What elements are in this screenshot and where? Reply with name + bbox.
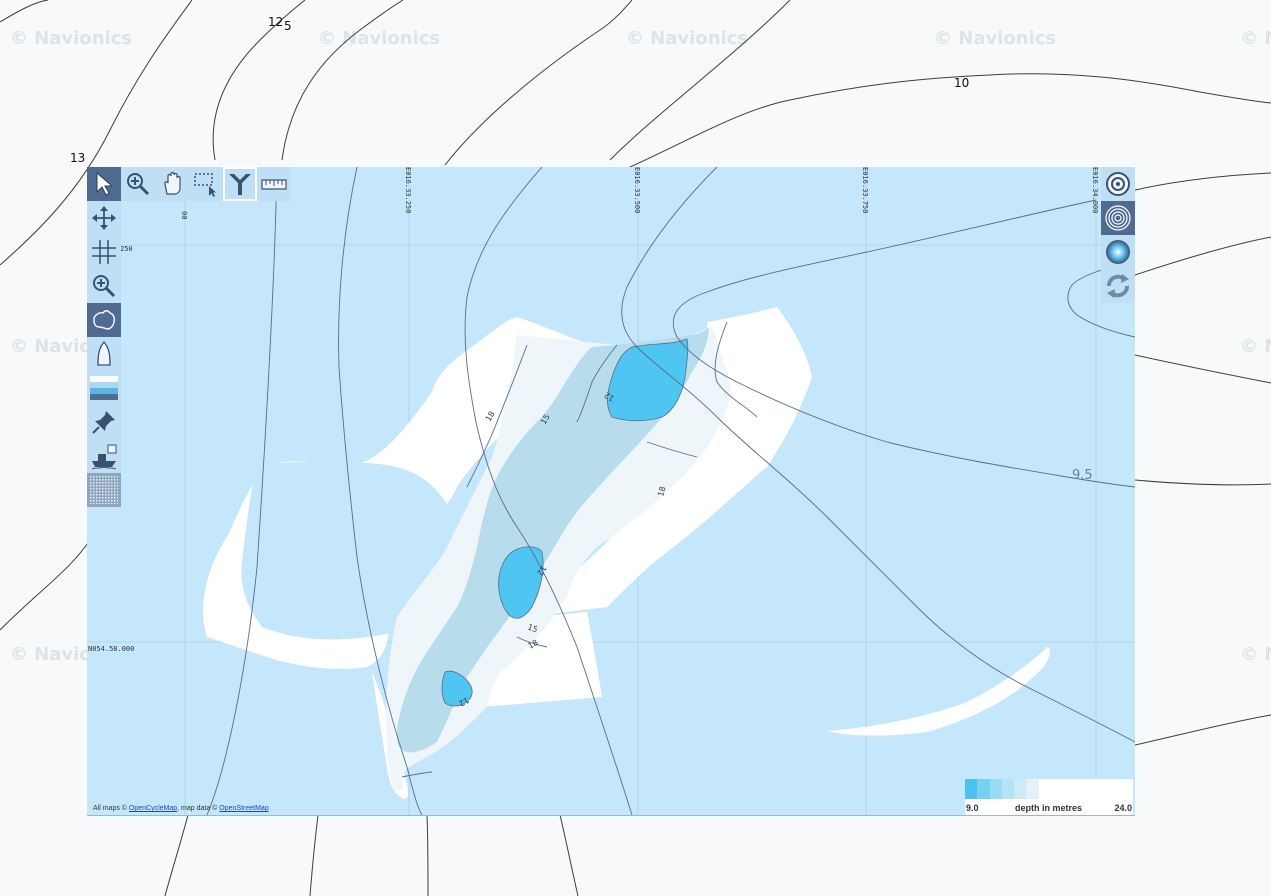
ruler-icon (261, 179, 287, 190)
texture-layer-tool[interactable] (87, 473, 121, 507)
map-attribution: All maps © OpenCycleMap, map data © Open… (93, 805, 269, 812)
legend-swatch (1038, 779, 1051, 799)
magnifier-plus-icon (93, 275, 116, 298)
legend-swatch (977, 779, 990, 799)
depth-label: 13 (70, 151, 85, 165)
watermark: © Navionics (318, 28, 440, 49)
grid-hash-icon (92, 240, 116, 264)
watermark: © Navionics (1240, 28, 1271, 49)
funnel-merge-icon (229, 174, 251, 195)
sonar-glow-tool[interactable] (1101, 235, 1135, 269)
dashed-box-cursor-icon (194, 173, 216, 197)
select-arrow-tool[interactable] (87, 167, 121, 201)
cursor-arrow-icon (96, 171, 114, 196)
legend-swatch (1001, 779, 1015, 799)
map-panel[interactable]: 00 E016.33.250 E016.33.500 E016.33.750 E… (87, 167, 1135, 816)
australia-map-icon (93, 310, 115, 330)
watermark: © Navionics (10, 28, 132, 49)
watermark: © Navionics (626, 28, 748, 49)
shallow-strip-southeast (827, 647, 1050, 736)
merge-tool[interactable] (223, 167, 257, 201)
glow-circle-icon (1106, 240, 1130, 264)
depth-bands-icon (90, 376, 118, 400)
longitude-label: 00 (180, 211, 188, 219)
legend-swatch (1014, 779, 1027, 799)
target-rings-icon (1106, 172, 1130, 196)
outline-layer-tool[interactable] (87, 303, 121, 337)
depth-legend: 9.0 depth in metres 24.0 (965, 779, 1133, 815)
four-arrows-icon (92, 206, 116, 230)
longitude-label: E016.34.000 (1091, 167, 1099, 213)
vessel-survey-tool[interactable] (87, 439, 121, 473)
target-rings-tool[interactable] (1101, 167, 1135, 201)
attribution-prefix: All maps © (93, 805, 127, 812)
zoom-tool[interactable] (87, 269, 121, 303)
openstreetmap-link[interactable]: OpenStreetMap (219, 805, 268, 812)
dither-texture-icon (90, 476, 118, 504)
legend-min-label: 9.0 (966, 803, 979, 813)
depth-label: 5 (284, 19, 292, 33)
legend-swatches (965, 779, 1051, 799)
magnifier-plus-icon (127, 173, 150, 196)
longitude-label: E016.33.500 (633, 167, 641, 213)
pan-arrows-tool[interactable] (87, 201, 121, 235)
latitude-label: 250 (120, 245, 133, 253)
hand-icon (164, 171, 181, 195)
legend-swatch (1026, 779, 1039, 799)
pan-hand-tool[interactable] (155, 167, 189, 201)
legend-caption: depth in metres (1015, 803, 1083, 813)
bathymetry-overlay[interactable]: 00 E016.33.250 E016.33.500 E016.33.750 E… (87, 167, 1135, 815)
boat-hull-icon (97, 340, 111, 366)
refresh-arrows-icon (1107, 274, 1129, 298)
depth-label: 10 (954, 76, 969, 90)
depth-label: 9.5 (1072, 468, 1093, 483)
legend-max-label: 24.0 (1114, 803, 1132, 813)
pin-tool[interactable] (87, 405, 121, 439)
attribution-middle: , map data © (177, 805, 218, 812)
measure-ruler-tool[interactable] (257, 167, 291, 201)
boat-tool[interactable] (87, 337, 121, 371)
watermark: © Navionics (934, 28, 1056, 49)
refresh-tool[interactable] (1101, 269, 1135, 303)
watermark: © Navionics (1240, 644, 1271, 665)
depth-label: 12 (268, 15, 283, 29)
legend-swatch (989, 779, 1002, 799)
grid-tool[interactable] (87, 235, 121, 269)
longitude-label: E016.33.250 (404, 167, 412, 213)
watermark: © Navionics (1240, 336, 1271, 357)
longitude-label: E016.33.750 (861, 167, 869, 213)
concentric-rings-icon (1105, 205, 1131, 231)
concentric-rings-tool[interactable] (1101, 201, 1135, 235)
pushpin-icon (92, 411, 115, 434)
zoom-in-tool[interactable] (121, 167, 155, 201)
ship-survey-icon (91, 444, 117, 470)
legend-swatch (965, 779, 978, 799)
opencyclemap-link[interactable]: OpenCycleMap (129, 805, 177, 812)
latitude-label: N054.58.000 (88, 645, 134, 653)
box-select-tool[interactable] (189, 167, 223, 201)
depth-layers-tool[interactable] (87, 371, 121, 405)
